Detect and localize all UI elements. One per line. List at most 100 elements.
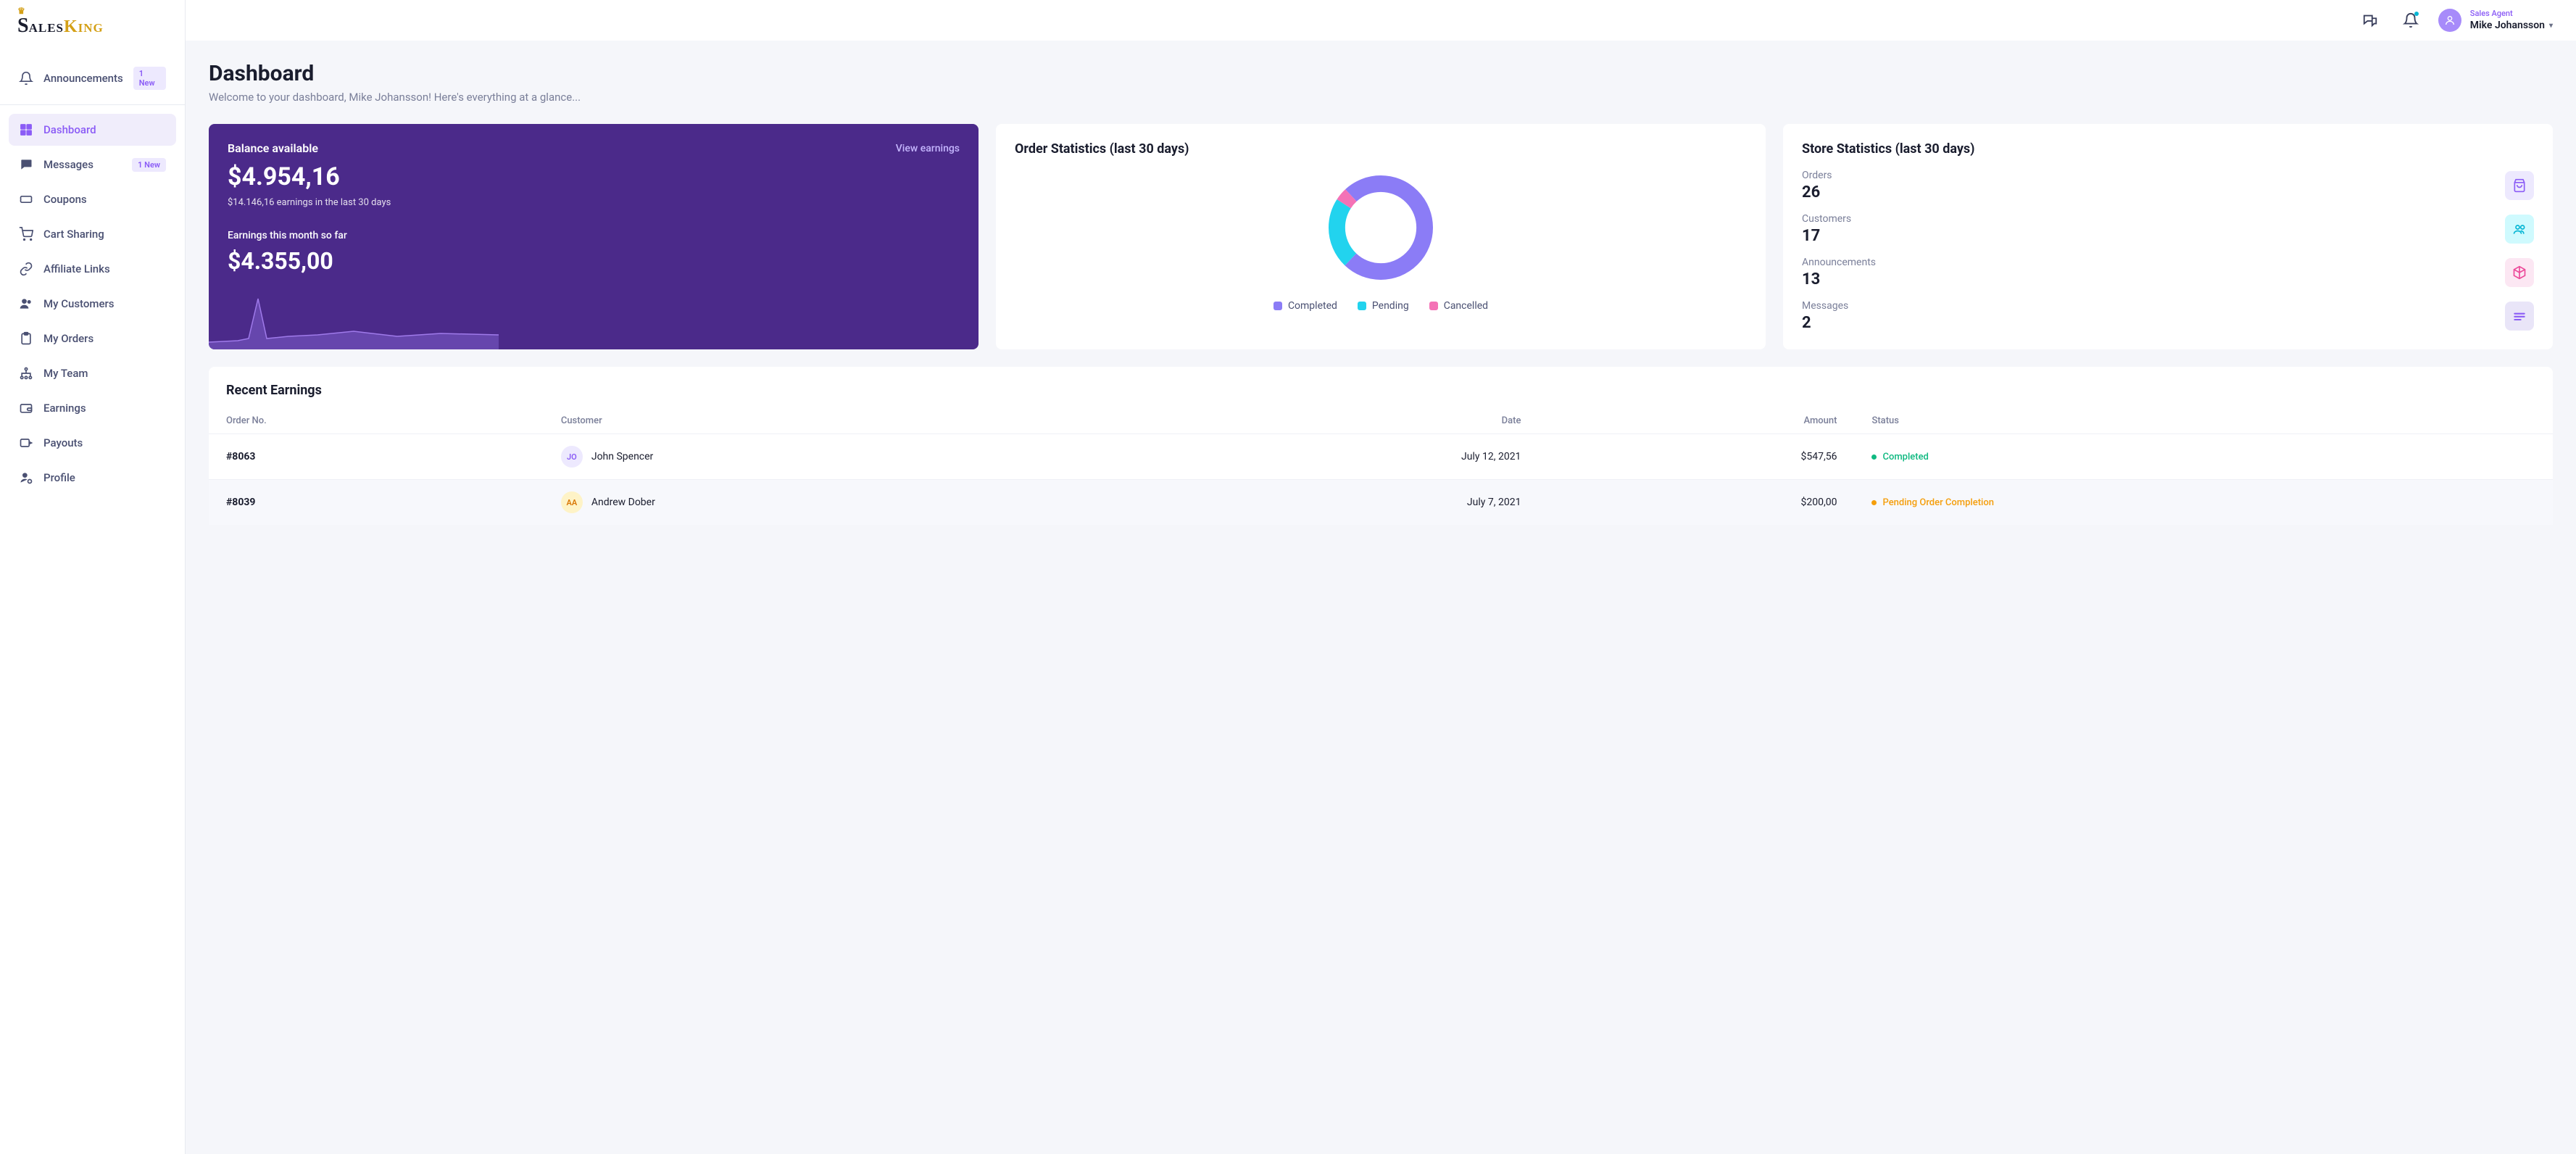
sidebar-item-label: Earnings xyxy=(43,402,86,415)
bell-notification-icon[interactable] xyxy=(2398,7,2424,33)
stat-row-announcements: Announcements 13 xyxy=(1802,257,2534,288)
stat-label: Orders xyxy=(1802,170,1832,181)
sidebar-item-messages[interactable]: Messages 1 New xyxy=(9,149,176,180)
earnings-month-amount: $4.355,00 xyxy=(228,247,960,275)
stat-row-messages: Messages 2 xyxy=(1802,300,2534,332)
sidebar-item-label: Coupons xyxy=(43,193,87,206)
nav-divider xyxy=(0,104,185,105)
bag-icon xyxy=(2505,171,2534,200)
sidebar-item-my-team[interactable]: My Team xyxy=(9,357,176,389)
donut-chart xyxy=(1015,170,1747,286)
cell-date: July 7, 2021 xyxy=(1118,480,1538,526)
sidebar-item-cart-sharing[interactable]: Cart Sharing xyxy=(9,218,176,250)
store-stats-title: Store Statistics (last 30 days) xyxy=(1802,141,2534,157)
chat-icon xyxy=(19,157,33,172)
balance-card: Balance available View earnings $4.954,1… xyxy=(209,124,979,349)
logo[interactable]: SalesKing xyxy=(0,0,185,52)
sidebar-item-my-customers[interactable]: My Customers xyxy=(9,288,176,320)
sidebar-item-label: Announcements xyxy=(43,72,123,85)
table-row[interactable]: #8039 AAAndrew Dober July 7, 2021 $200,0… xyxy=(209,480,2553,526)
table-row[interactable]: #8063 JOJohn Spencer July 12, 2021 $547,… xyxy=(209,434,2553,480)
sidebar-item-label: Profile xyxy=(43,471,75,484)
legend-completed: Completed xyxy=(1274,300,1337,312)
user-role: Sales Agent xyxy=(2470,9,2553,19)
logo-ales: ales xyxy=(29,17,64,36)
payout-icon xyxy=(19,436,33,450)
recent-earnings-card: Recent Earnings Order No. Customer Date … xyxy=(209,367,2553,525)
view-earnings-link[interactable]: View earnings xyxy=(896,143,960,154)
col-customer: Customer xyxy=(544,408,1118,434)
balance-subtext: $14.146,16 earnings in the last 30 days xyxy=(228,197,960,208)
logo-s: S xyxy=(17,14,29,38)
stat-value: 2 xyxy=(1802,314,1848,332)
customer-name: John Spencer xyxy=(591,451,653,462)
sidebar-item-label: Payouts xyxy=(43,436,83,449)
clipboard-icon xyxy=(19,331,33,346)
stat-value: 17 xyxy=(1802,227,1851,245)
recent-earnings-table: Order No. Customer Date Amount Status #8… xyxy=(209,408,2553,525)
sidebar-item-label: Cart Sharing xyxy=(43,228,104,241)
order-stats-title: Order Statistics (last 30 days) xyxy=(1015,141,1747,157)
stat-row-orders: Orders 26 xyxy=(1802,170,2534,202)
sidebar-item-my-orders[interactable]: My Orders xyxy=(9,323,176,354)
sidebar-item-label: My Orders xyxy=(43,332,94,345)
cell-amount: $547,56 xyxy=(1538,434,1854,480)
col-status: Status xyxy=(1854,408,2553,434)
sidebar-item-label: Dashboard xyxy=(43,123,96,136)
chevron-down-icon: ▾ xyxy=(2549,21,2553,30)
sidebar-item-label: My Customers xyxy=(43,297,115,310)
ticket-icon xyxy=(19,192,33,207)
order-stats-card: Order Statistics (last 30 days) Complete… xyxy=(996,124,1766,349)
earnings-month-label: Earnings this month so far xyxy=(228,230,960,241)
col-amount: Amount xyxy=(1538,408,1854,434)
user-menu[interactable]: Sales Agent Mike Johansson ▾ xyxy=(2438,9,2553,32)
avatar xyxy=(2438,9,2461,32)
legend-pending: Pending xyxy=(1358,300,1409,312)
cell-order-no: #8039 xyxy=(209,480,544,526)
chat-bubble-icon[interactable] xyxy=(2357,7,2383,33)
sidebar-item-label: Affiliate Links xyxy=(43,262,110,275)
bell-icon xyxy=(19,71,33,86)
legend-cancelled: Cancelled xyxy=(1429,300,1488,312)
sidebar-item-announcements[interactable]: Announcements 1 New xyxy=(9,58,176,99)
recent-earnings-title: Recent Earnings xyxy=(209,383,2553,408)
user-name: Mike Johansson xyxy=(2470,19,2545,32)
stat-label: Announcements xyxy=(1802,257,1876,268)
user-gear-icon xyxy=(19,470,33,485)
stat-label: Messages xyxy=(1802,300,1848,312)
store-stats-card: Store Statistics (last 30 days) Orders 2… xyxy=(1783,124,2553,349)
box-icon xyxy=(2505,258,2534,287)
legend-label: Completed xyxy=(1288,300,1337,312)
sidebar-item-dashboard[interactable]: Dashboard xyxy=(9,114,176,146)
sidebar-item-earnings[interactable]: Earnings xyxy=(9,392,176,424)
sidebar-item-affiliate-links[interactable]: Affiliate Links xyxy=(9,253,176,285)
team-tree-icon xyxy=(19,366,33,381)
logo-king: King xyxy=(64,17,104,36)
balance-amount: $4.954,16 xyxy=(228,162,960,191)
cell-amount: $200,00 xyxy=(1538,480,1854,526)
lines-icon xyxy=(2505,302,2534,331)
balance-label: Balance available xyxy=(228,141,318,155)
sidebar: SalesKing Announcements 1 New Dashboard … xyxy=(0,0,186,1154)
sidebar-item-badge: 1 New xyxy=(133,67,166,90)
users-icon xyxy=(19,296,33,311)
sidebar-item-label: Messages xyxy=(43,158,94,171)
sparkline-icon xyxy=(209,284,499,349)
sidebar-item-payouts[interactable]: Payouts xyxy=(9,427,176,459)
stat-row-customers: Customers 17 xyxy=(1802,213,2534,245)
nav: Announcements 1 New Dashboard Messages 1… xyxy=(0,52,185,502)
page-title: Dashboard xyxy=(209,61,2553,86)
stat-value: 13 xyxy=(1802,270,1876,288)
user-info: Sales Agent Mike Johansson ▾ xyxy=(2470,9,2553,32)
grid-icon xyxy=(19,123,33,137)
stat-value: 26 xyxy=(1802,183,1832,202)
sidebar-item-label: My Team xyxy=(43,367,88,380)
sidebar-item-profile[interactable]: Profile xyxy=(9,462,176,494)
legend-label: Pending xyxy=(1372,300,1409,312)
sidebar-item-coupons[interactable]: Coupons xyxy=(9,183,176,215)
status-text: Pending Order Completion xyxy=(1882,497,1993,508)
customer-avatar: JO xyxy=(561,446,583,468)
header: Sales Agent Mike Johansson ▾ xyxy=(186,0,2576,41)
stat-label: Customers xyxy=(1802,213,1851,225)
legend-label: Cancelled xyxy=(1444,300,1488,312)
